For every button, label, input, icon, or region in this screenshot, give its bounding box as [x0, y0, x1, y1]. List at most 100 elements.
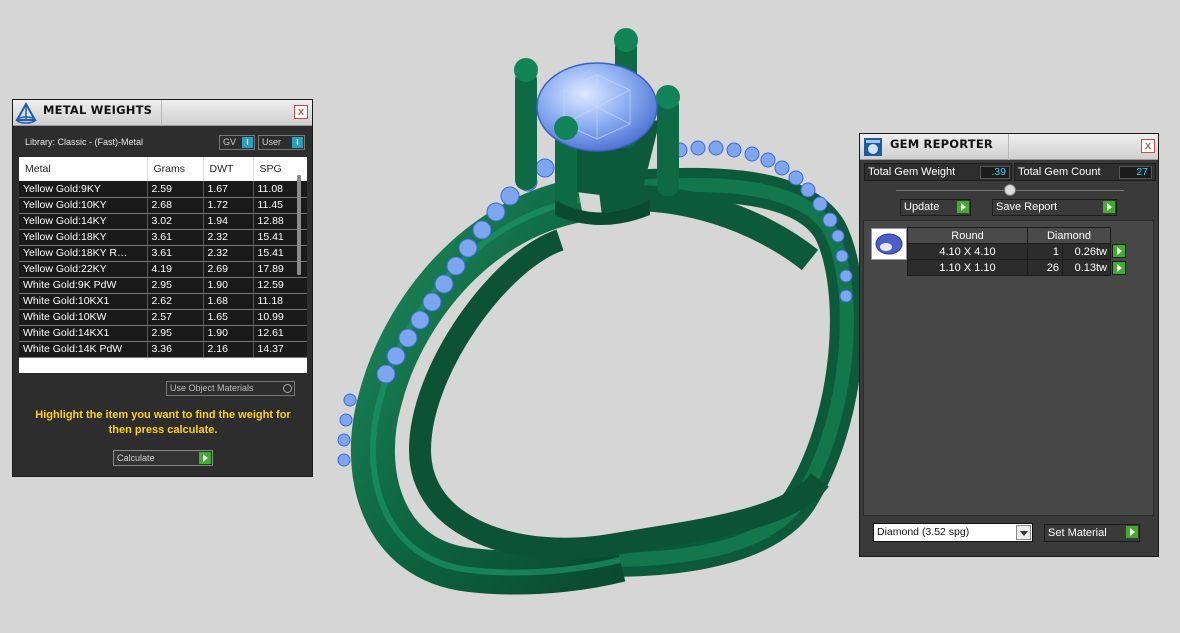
dwt-cell: 1.67 — [203, 181, 254, 198]
table-row[interactable]: Yellow Gold:22KY 4.19 2.69 17.89 — [19, 261, 307, 278]
column-header-dwt[interactable]: DWT — [203, 157, 254, 181]
play-arrow-icon[interactable] — [1103, 201, 1115, 213]
user-toggle-button[interactable]: I — [292, 137, 303, 148]
gem-material-header: Diamond — [1027, 227, 1111, 244]
metal-cell: Yellow Gold:22KY — [19, 261, 148, 278]
total-gem-count-field: Total Gem Count 27 — [1014, 163, 1156, 181]
calculate-button[interactable]: Calculate — [113, 450, 213, 466]
total-gem-weight-value: .39 — [980, 166, 1010, 179]
library-label: Library: Classic - (Fast)-Metal — [25, 137, 144, 147]
gv-label: GV — [223, 137, 237, 147]
metal-cell: Yellow Gold:18KY — [19, 229, 148, 246]
gem-row-select-arrow-icon[interactable] — [1112, 244, 1126, 258]
radio-icon[interactable] — [283, 384, 292, 393]
gem-count-cell: 1 — [1027, 243, 1063, 260]
set-material-button[interactable]: Set Material — [1044, 524, 1140, 542]
table-row[interactable]: White Gold:10KW 2.57 1.65 10.99 — [19, 309, 307, 326]
play-arrow-icon[interactable] — [957, 201, 969, 213]
chevron-down-icon[interactable] — [1016, 525, 1031, 540]
dwt-cell: 1.90 — [203, 325, 254, 342]
material-select[interactable]: Diamond (3.52 spg) — [873, 523, 1033, 542]
update-button[interactable]: Update — [900, 199, 971, 216]
grams-cell: 3.61 — [147, 245, 204, 262]
use-object-materials-toggle[interactable]: Use Object Materials — [166, 381, 295, 396]
dwt-cell: 1.94 — [203, 213, 254, 230]
gem-row[interactable]: 4.10 X 4.10 1 0.26tw — [907, 243, 1111, 260]
vertical-scrollbar[interactable] — [297, 175, 301, 275]
spg-cell: 11.18 — [253, 293, 307, 310]
total-gem-weight-label: Total Gem Weight — [868, 166, 956, 178]
grams-cell: 2.95 — [147, 325, 204, 342]
column-header-metal[interactable]: Metal — [19, 157, 148, 181]
metal-weights-table[interactable]: Metal Grams DWT SPG Yellow Gold:9KY 2.59 1… — [19, 157, 307, 373]
table-row[interactable]: Yellow Gold:9KY 2.59 1.67 11.08 — [19, 181, 307, 198]
dwt-cell: 2.32 — [203, 245, 254, 262]
update-label: Update — [904, 201, 940, 213]
grams-cell: 2.95 — [147, 277, 204, 294]
grams-cell: 2.59 — [147, 181, 204, 198]
table-row[interactable]: Yellow Gold:10KY 2.68 1.72 11.45 — [19, 197, 307, 214]
gem-reporter-icon — [864, 138, 882, 156]
set-material-label: Set Material — [1048, 527, 1107, 539]
grams-cell: 4.19 — [147, 261, 204, 278]
table-row[interactable]: Yellow Gold:18KY 3.61 2.32 15.41 — [19, 229, 307, 246]
spg-cell: 12.61 — [253, 325, 307, 342]
spg-cell: 14.37 — [253, 341, 307, 358]
spg-cell: 10.99 — [253, 309, 307, 326]
ring-model — [337, 28, 864, 595]
metal-cell: Yellow Gold:14KY — [19, 213, 148, 230]
table-row[interactable]: White Gold:14K PdW 3.36 2.16 14.37 — [19, 341, 307, 358]
gem-row-select-arrow-icon[interactable] — [1112, 261, 1126, 275]
metal-cell: White Gold:9K PdW — [19, 277, 148, 294]
gem-shape-header: Round — [907, 227, 1028, 244]
gem-weight-cell: 0.13tw — [1062, 259, 1111, 276]
table-row[interactable]: White Gold:14KX1 2.95 1.90 12.61 — [19, 325, 307, 342]
total-gem-count-label: Total Gem Count — [1018, 166, 1101, 178]
grams-cell: 3.36 — [147, 341, 204, 358]
gem-row[interactable]: 1.10 X 1.10 26 0.13tw — [907, 259, 1111, 276]
close-button[interactable]: x — [294, 105, 308, 119]
round-gem-icon — [875, 233, 903, 255]
close-button[interactable]: x — [1141, 139, 1155, 153]
dwt-cell: 2.69 — [203, 261, 254, 278]
gv-toggle-button[interactable]: I — [242, 137, 253, 148]
save-report-label: Save Report — [996, 201, 1058, 213]
play-arrow-icon[interactable] — [199, 452, 211, 464]
metal-cell: White Gold:14KX1 — [19, 325, 148, 342]
table-row[interactable]: White Gold:9K PdW 2.95 1.90 12.59 — [19, 277, 307, 294]
dwt-cell: 2.16 — [203, 341, 254, 358]
dwt-cell: 1.65 — [203, 309, 254, 326]
grams-cell: 3.61 — [147, 229, 204, 246]
total-gem-count-value: 27 — [1119, 166, 1152, 179]
user-toggle[interactable]: User I — [258, 135, 305, 150]
total-gem-weight-field: Total Gem Weight .39 — [864, 163, 1012, 181]
metal-cell: Yellow Gold:9KY — [19, 181, 148, 198]
column-header-grams[interactable]: Grams — [147, 157, 204, 181]
gem-reporter-panel: GEM REPORTER x Total Gem Weight .39 Tota… — [859, 133, 1159, 557]
table-row[interactable]: Yellow Gold:14KY 3.02 1.94 12.88 — [19, 213, 307, 230]
round-gem-thumbnail[interactable] — [871, 228, 907, 260]
titlebar-separator — [161, 100, 162, 126]
gem-table: Round Diamond 4.10 X 4.10 1 0.26tw 1.10 … — [907, 227, 1111, 276]
collapse-handle-icon[interactable] — [1004, 184, 1016, 196]
gem-count-cell: 26 — [1027, 259, 1063, 276]
table-row[interactable]: White Gold:10KX1 2.62 1.68 11.18 — [19, 293, 307, 310]
table-row[interactable]: Yellow Gold:18KY R… 3.61 2.32 15.41 — [19, 245, 307, 262]
metal-weights-titlebar[interactable]: METAL WEIGHTS x — [13, 100, 312, 126]
use-object-materials-label: Use Object Materials — [170, 383, 254, 393]
user-label: User — [262, 137, 282, 147]
gv-toggle[interactable]: GV I — [219, 135, 255, 150]
grams-cell: 2.68 — [147, 197, 204, 214]
gem-weight-cell: 0.26tw — [1062, 243, 1111, 260]
gem-reporter-titlebar[interactable]: GEM REPORTER x — [860, 134, 1158, 160]
gem-size-cell: 1.10 X 1.10 — [907, 259, 1028, 276]
dwt-cell: 1.68 — [203, 293, 254, 310]
spg-cell: 12.59 — [253, 277, 307, 294]
metal-cell: White Gold:10KX1 — [19, 293, 148, 310]
save-report-button[interactable]: Save Report — [992, 199, 1117, 216]
metal-cell: White Gold:14K PdW — [19, 341, 148, 358]
metal-cell: Yellow Gold:18KY R… — [19, 245, 148, 262]
gem-list-area: Round Diamond 4.10 X 4.10 1 0.26tw 1.10 … — [863, 220, 1154, 516]
titlebar-separator — [1008, 134, 1009, 160]
play-arrow-icon[interactable] — [1126, 526, 1138, 538]
